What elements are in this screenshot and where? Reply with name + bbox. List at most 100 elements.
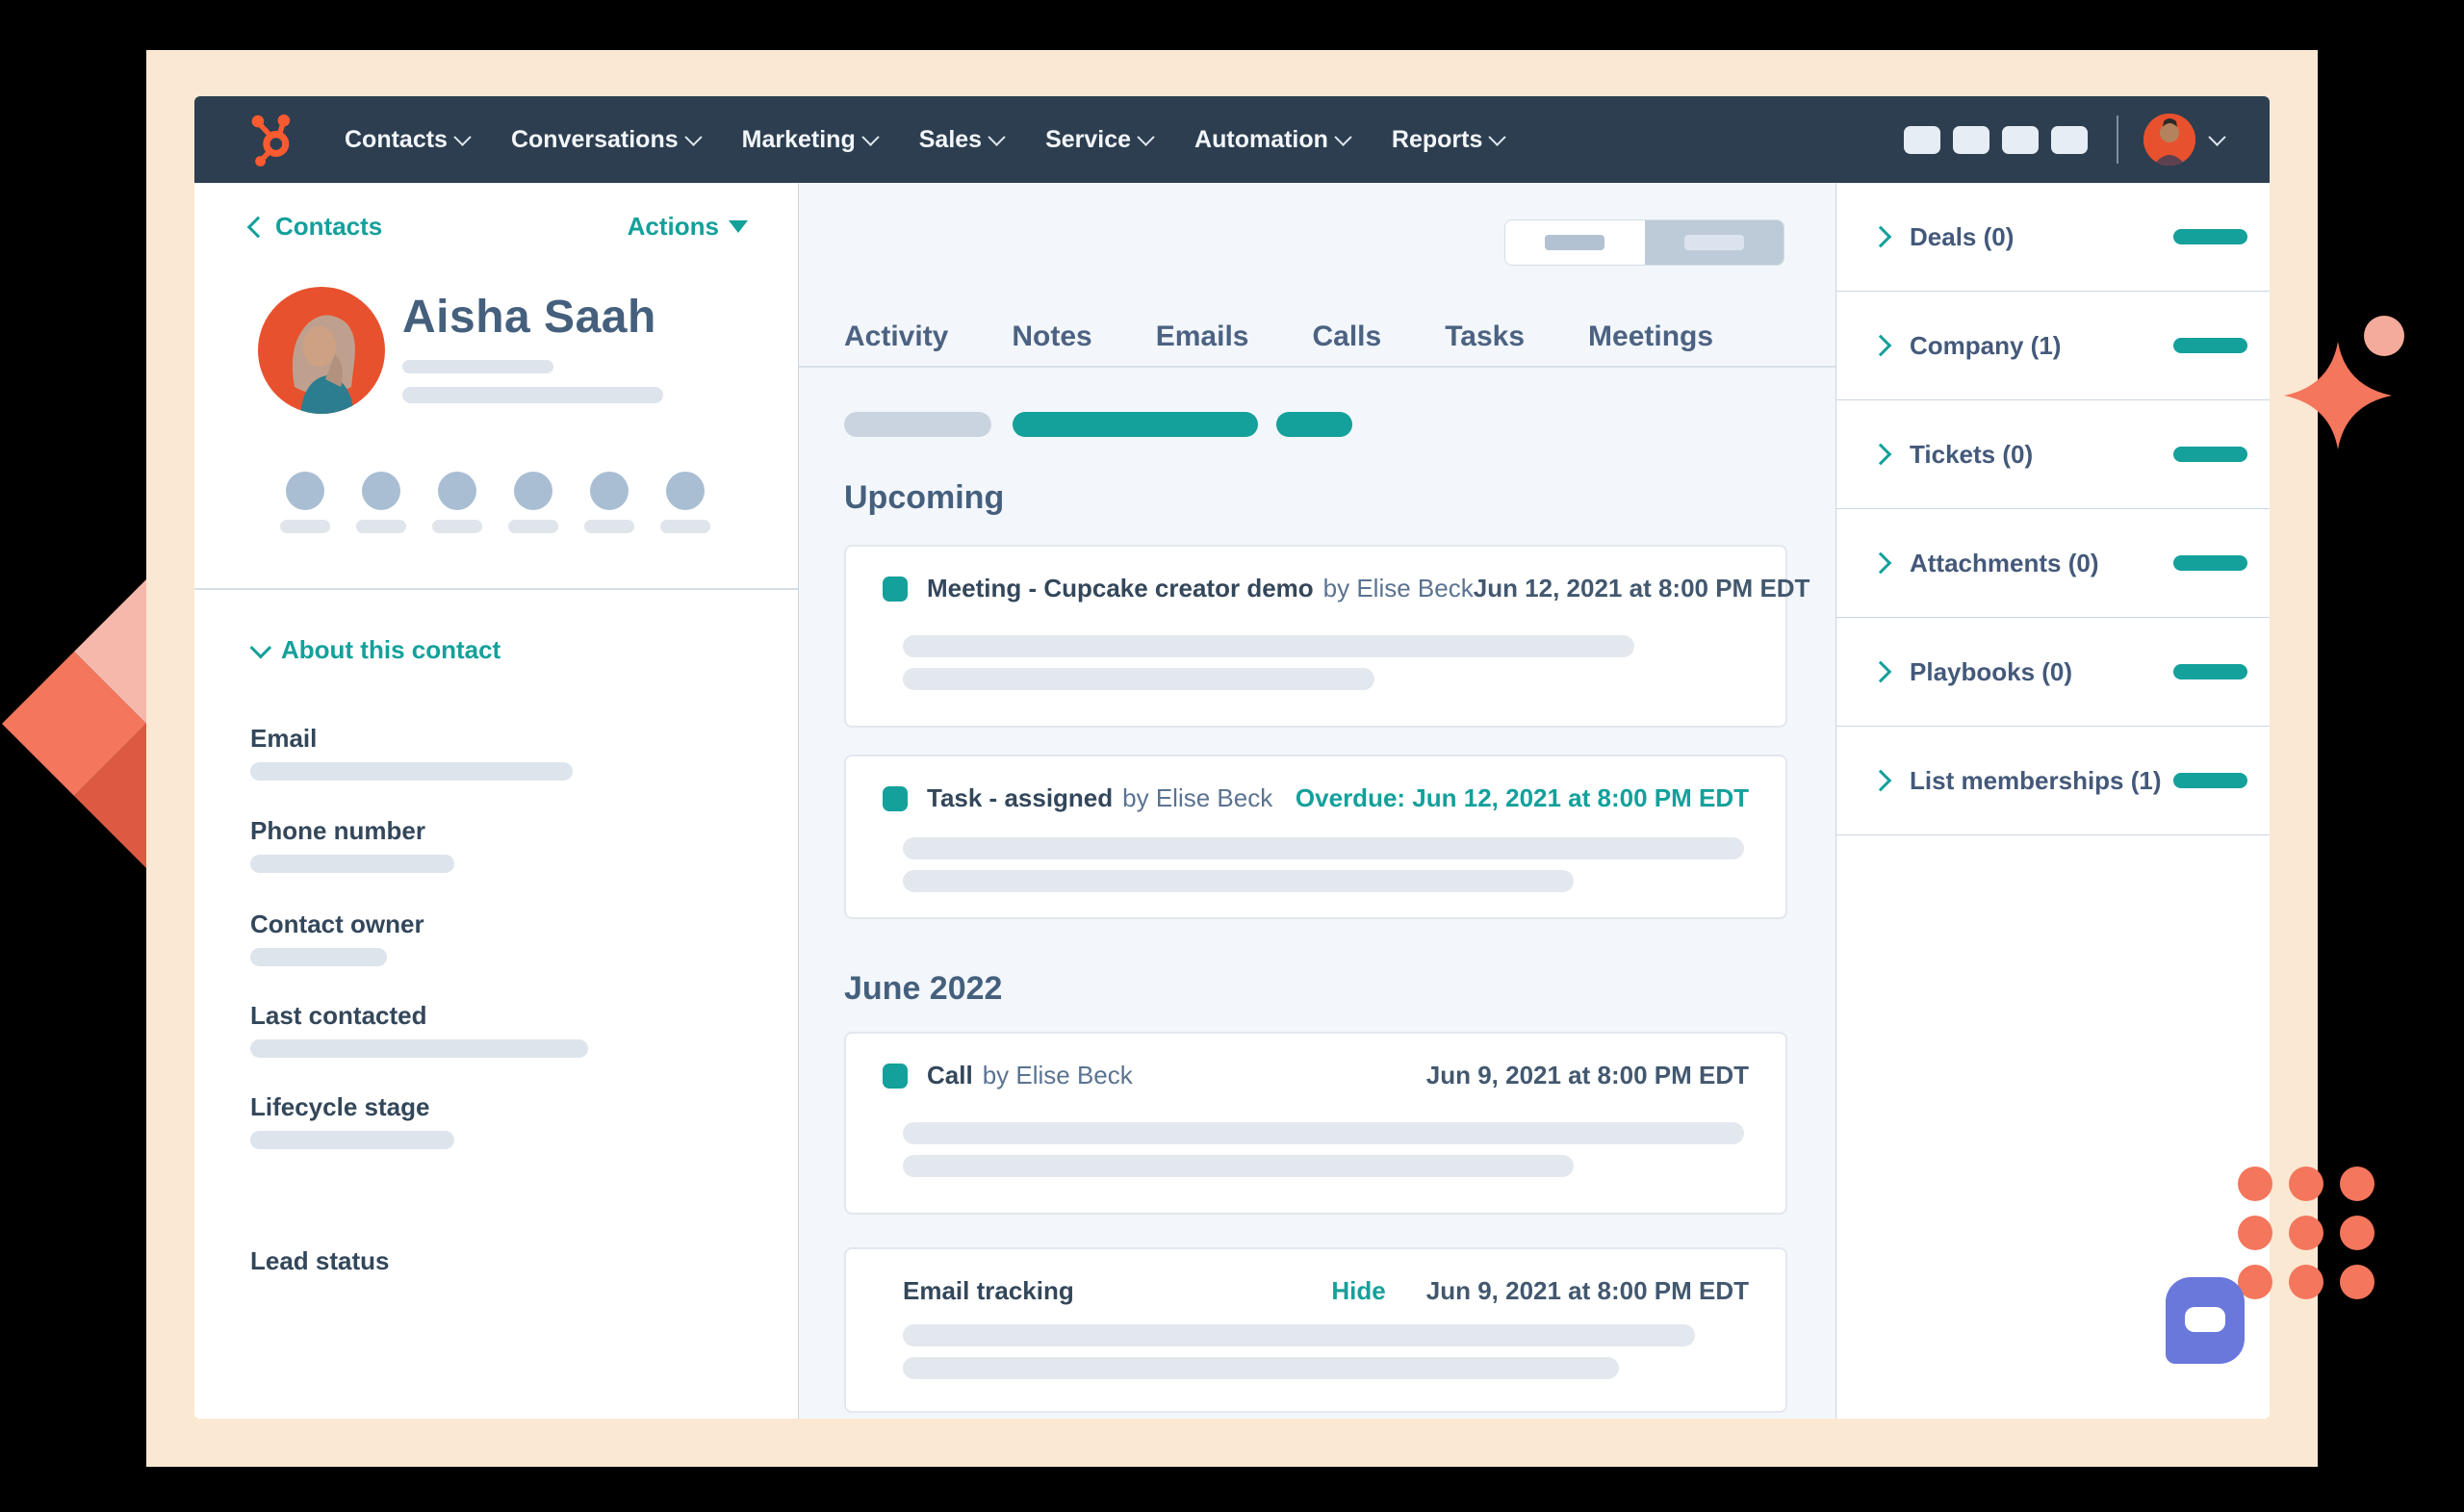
hubspot-logo-icon[interactable] xyxy=(248,113,300,167)
dot xyxy=(2340,1216,2374,1250)
placeholder-bar xyxy=(250,948,387,966)
placeholder-bar xyxy=(356,520,406,533)
chat-widget-button[interactable] xyxy=(2166,1277,2245,1364)
nav-item-reports[interactable]: Reports xyxy=(1392,126,1507,154)
view-toggle-right[interactable] xyxy=(1644,220,1784,265)
tab-emails[interactable]: Emails xyxy=(1156,320,1249,353)
activity-card-call: Call by Elise Beck Jun 9, 2021 at 8:00 P… xyxy=(844,1032,1787,1215)
placeholder-bar xyxy=(584,520,634,533)
assoc-row-playbooks[interactable]: Playbooks (0) xyxy=(1836,618,2270,727)
placeholder-bar xyxy=(402,387,663,403)
chevron-right-icon xyxy=(1869,443,1892,466)
quick-action-placeholder[interactable] xyxy=(584,472,634,533)
placeholder-bar xyxy=(903,837,1744,859)
nav-item-service[interactable]: Service xyxy=(1045,126,1155,154)
activity-card-email-tracking: Email tracking Hide Jun 9, 2021 at 8:00 … xyxy=(844,1247,1787,1413)
card-title[interactable]: Email tracking xyxy=(903,1276,1074,1306)
chevron-right-icon xyxy=(1869,551,1892,575)
tab-notes[interactable]: Notes xyxy=(1012,320,1091,353)
filter-pill[interactable] xyxy=(1013,412,1258,437)
top-nav: Contacts Conversations Marketing Sales S… xyxy=(194,96,2270,183)
circle-decoration xyxy=(2364,316,2404,356)
tab-tasks[interactable]: Tasks xyxy=(1445,320,1525,353)
card-header: Email tracking Hide Jun 9, 2021 at 8:00 … xyxy=(903,1276,1749,1306)
field-label-last-contacted: Last contacted xyxy=(250,1001,427,1030)
nav-shortcut-icon[interactable] xyxy=(2051,125,2088,154)
hide-link[interactable]: Hide xyxy=(1331,1276,1385,1306)
assoc-row-list-memberships[interactable]: List memberships (1) xyxy=(1836,727,2270,835)
contact-panel: Contacts Actions Aisha Saah About this c… xyxy=(194,183,799,1419)
nav-shortcut-icon[interactable] xyxy=(2002,125,2039,154)
assoc-row-deals[interactable]: Deals (0) xyxy=(1836,183,2270,292)
field-label-phone: Phone number xyxy=(250,816,426,845)
assoc-pill xyxy=(2173,338,2247,353)
placeholder-bar xyxy=(508,520,558,533)
assoc-label: Deals (0) xyxy=(1910,221,2015,251)
tab-calls[interactable]: Calls xyxy=(1312,320,1381,353)
assoc-row-company[interactable]: Company (1) xyxy=(1836,292,2270,400)
nav-item-sales[interactable]: Sales xyxy=(919,126,1006,154)
chevron-down-icon[interactable] xyxy=(2208,127,2226,146)
placeholder-bar xyxy=(250,762,573,781)
panel-divider xyxy=(194,588,798,590)
about-this-contact-toggle[interactable]: About this contact xyxy=(249,635,500,665)
chevron-down-icon xyxy=(861,127,880,146)
dot xyxy=(2238,1216,2272,1250)
assoc-row-attachments[interactable]: Attachments (0) xyxy=(1836,509,2270,618)
field-label-email: Email xyxy=(250,724,318,753)
breadcrumb-back[interactable]: Contacts xyxy=(246,212,383,242)
card-timestamp: Jun 9, 2021 at 8:00 PM EDT xyxy=(1425,1276,1749,1305)
quick-action-placeholder[interactable] xyxy=(508,472,558,533)
associations-panel: Deals (0) Company (1) Tickets (0) Attach… xyxy=(1836,183,2270,1419)
chevron-right-icon xyxy=(1869,769,1892,792)
page-canvas: Contacts Conversations Marketing Sales S… xyxy=(0,0,2464,1512)
tab-meetings[interactable]: Meetings xyxy=(1588,320,1713,353)
card-title[interactable]: Call xyxy=(927,1061,973,1090)
tab-activity[interactable]: Activity xyxy=(844,320,948,353)
nav-shortcut-icon[interactable] xyxy=(1953,125,1989,154)
quick-action-placeholder[interactable] xyxy=(280,472,330,533)
quick-action-placeholder[interactable] xyxy=(356,472,406,533)
section-heading-june-2022: June 2022 xyxy=(844,970,1003,1007)
dropdown-arrow-icon xyxy=(729,220,748,233)
chevron-right-icon xyxy=(1869,334,1892,357)
placeholder-bar xyxy=(903,1324,1695,1346)
card-title[interactable]: Task - assigned xyxy=(927,783,1113,813)
nav-item-contacts[interactable]: Contacts xyxy=(345,126,472,154)
chevron-right-icon xyxy=(1869,225,1892,248)
assoc-label: Playbooks (0) xyxy=(1910,656,2073,686)
breadcrumb-label: Contacts xyxy=(275,212,383,241)
card-header: Task - assigned by Elise Beck Overdue: J… xyxy=(883,783,1749,813)
action-circle-icon xyxy=(286,472,324,510)
actions-dropdown[interactable]: Actions xyxy=(628,212,748,242)
call-type-icon xyxy=(883,1063,908,1089)
action-circle-icon xyxy=(514,472,552,510)
placeholder-bar xyxy=(660,520,710,533)
nav-item-automation[interactable]: Automation xyxy=(1194,126,1352,154)
activity-tabs: Activity Notes Emails Calls Tasks Meetin… xyxy=(799,308,1835,368)
assoc-label: Company (1) xyxy=(1910,330,2062,360)
nav-item-marketing[interactable]: Marketing xyxy=(742,126,880,154)
assoc-row-tickets[interactable]: Tickets (0) xyxy=(1836,400,2270,509)
contact-name: Aisha Saah xyxy=(402,292,656,343)
filter-pill[interactable] xyxy=(1276,412,1352,437)
actions-label: Actions xyxy=(627,212,719,241)
filter-pill[interactable] xyxy=(844,412,991,437)
action-circle-icon xyxy=(362,472,400,510)
nav-shortcut-icon[interactable] xyxy=(1904,125,1940,154)
card-timestamp: Jun 9, 2021 at 8:00 PM EDT xyxy=(1425,1061,1749,1089)
view-toggle-left[interactable] xyxy=(1505,220,1645,265)
assoc-pill xyxy=(2173,664,2247,679)
dot xyxy=(2289,1216,2323,1250)
meeting-type-icon xyxy=(883,576,908,602)
user-avatar[interactable] xyxy=(2143,114,2195,166)
field-label-contact-owner: Contact owner xyxy=(250,910,424,938)
nav-item-conversations[interactable]: Conversations xyxy=(510,125,703,154)
placeholder-bar xyxy=(1683,235,1744,250)
nav-item-label: Conversations xyxy=(510,125,679,153)
action-circle-icon xyxy=(438,472,476,510)
card-title[interactable]: Meeting - Cupcake creator demo xyxy=(927,574,1314,603)
quick-action-placeholder[interactable] xyxy=(432,472,482,533)
activity-card-task: Task - assigned by Elise Beck Overdue: J… xyxy=(844,755,1787,919)
quick-action-placeholder[interactable] xyxy=(660,472,710,533)
